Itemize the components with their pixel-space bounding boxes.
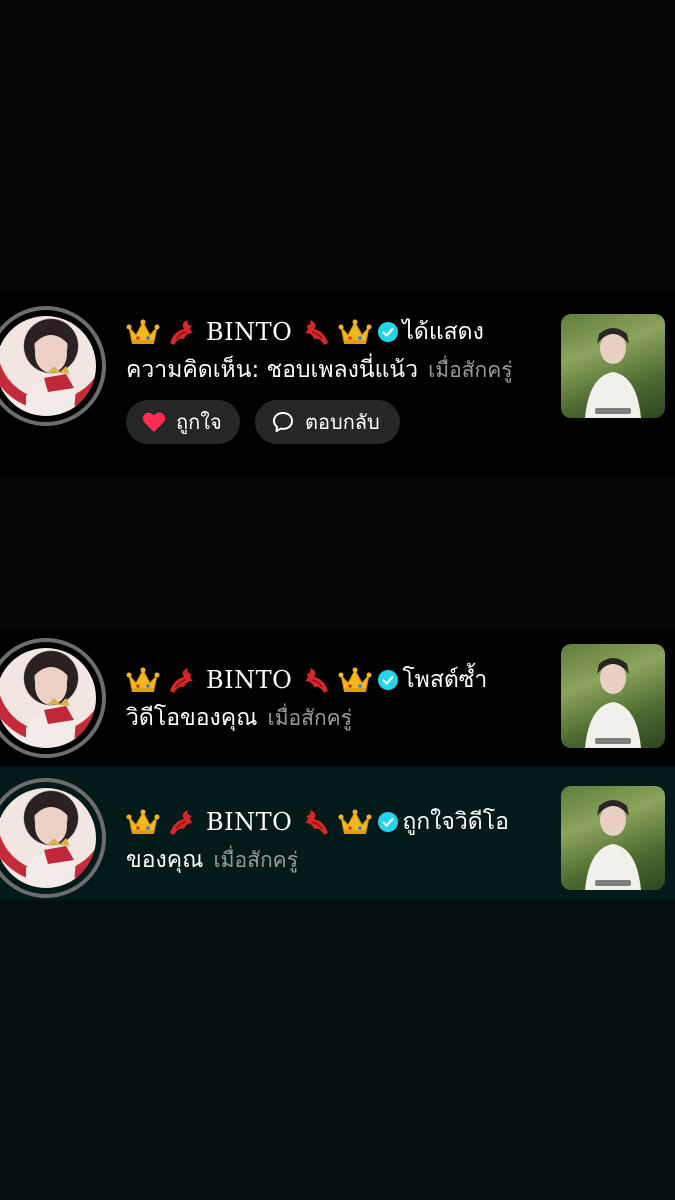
verified-icon [378,322,399,342]
notification-action: โพสต์ซ้ำ [402,667,488,693]
notification-action: ถูกใจวิดีโอ [402,809,509,835]
comment-text: ความคิดเห็น: ชอบเพลงนี่แน้ว [126,357,419,383]
like-button[interactable]: ถูกใจ [126,400,240,444]
video-thumbnail[interactable] [561,786,665,890]
dragon-icon [305,810,329,835]
notification-action: ได้แสดง [402,319,484,345]
timestamp: เมื่อสักครู่ [267,705,353,730]
notification-text: ของคุณ [126,847,204,873]
crown-icon [126,809,160,834]
dragon-icon [170,320,193,345]
dragon-icon [170,810,193,835]
video-thumbnail[interactable] [561,644,665,748]
username[interactable]: BINTO [206,318,292,346]
avatar-image [0,648,96,748]
notification-headline: BINTO ถูกใจวิดีโอ [126,802,509,842]
avatar-image [0,788,96,888]
dragon-icon [170,668,193,693]
crown-icon [126,667,160,692]
notification-comment[interactable]: BINTO ได้แสดง ความคิดเห็น: ชอบเพลงนี่แน้… [0,290,675,476]
reply-bubble-icon [273,412,293,432]
notification-like[interactable]: BINTO ถูกใจวิดีโอ ของคุณ เมื่อสักครู่ [0,766,675,900]
reply-button-label: ตอบกลับ [305,410,380,434]
notification-headline: BINTO โพสต์ซ้ำ [126,660,487,700]
heart-icon [142,412,166,432]
timestamp: เมื่อสักครู่ [213,847,299,872]
avatar[interactable] [0,638,106,758]
avatar[interactable] [0,778,106,898]
crown-icon [338,667,372,692]
notification-headline: BINTO ได้แสดง [126,312,484,352]
verified-icon [378,670,399,690]
crown-icon [126,319,160,344]
notification-repost[interactable]: BINTO โพสต์ซ้ำ วิดีโอของคุณ เมื่อสักครู่ [0,630,675,766]
video-thumbnail[interactable] [561,314,665,418]
crown-icon [338,809,372,834]
verified-icon [378,812,399,832]
notification-body: วิดีโอของคุณ เมื่อสักครู่ [126,700,352,736]
like-button-label: ถูกใจ [176,410,222,434]
reply-button[interactable]: ตอบกลับ [255,400,400,444]
background-bottom [0,900,675,1200]
notification-body: ความคิดเห็น: ชอบเพลงนี่แน้ว เมื่อสักครู่ [126,352,513,388]
notification-body: ของคุณ เมื่อสักครู่ [126,842,298,878]
notification-text: วิดีโอของคุณ [126,705,258,731]
timestamp: เมื่อสักครู่ [428,357,513,382]
username[interactable]: BINTO [206,666,292,694]
crown-icon [338,319,372,344]
avatar-image [0,316,96,416]
dragon-icon [305,320,329,345]
dragon-icon [305,668,329,693]
avatar[interactable] [0,306,106,426]
username[interactable]: BINTO [206,808,292,836]
